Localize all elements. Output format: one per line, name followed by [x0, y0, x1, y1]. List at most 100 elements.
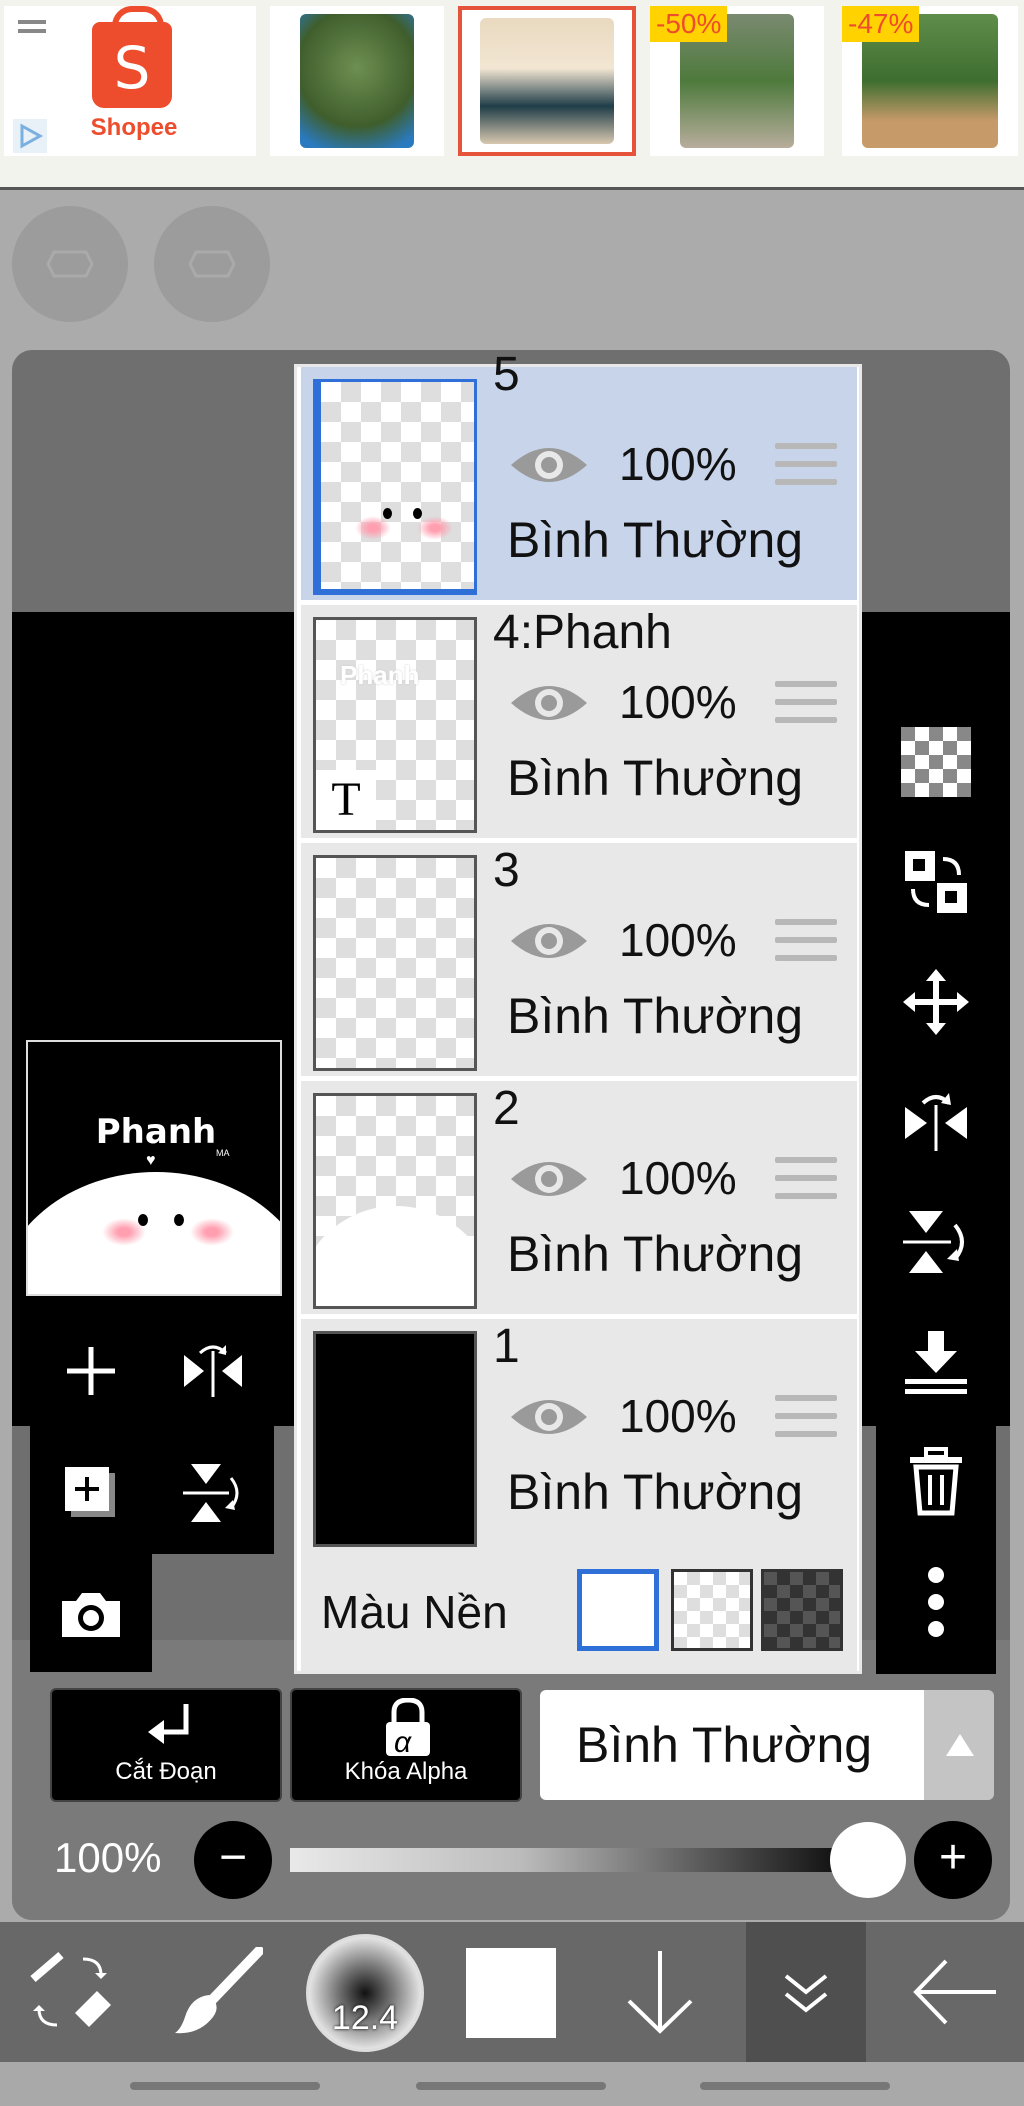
color-picker-button[interactable]: [466, 1948, 556, 2038]
bg-transparent-light-swatch[interactable]: [671, 1569, 753, 1651]
layer-row[interactable]: 2 100% Bình Thường: [301, 1081, 857, 1317]
layer-name: 3: [493, 844, 520, 897]
brush-size-value: 12.4: [331, 1999, 399, 2037]
layer-name: 4:Phanh: [493, 606, 672, 659]
face-eye: [413, 508, 422, 519]
plus-icon: [67, 1347, 115, 1395]
ad-product-card[interactable]: [270, 6, 444, 156]
layer-thumbnail: [313, 855, 477, 1071]
duplicate-layer-button[interactable]: [30, 1432, 152, 1554]
opacity-slider-knob[interactable]: [830, 1822, 906, 1898]
brush-tool-button[interactable]: [168, 1922, 268, 2062]
clipping-button[interactable]: Cắt Đoạn: [50, 1688, 282, 1802]
flip-horizontal-button[interactable]: [152, 1310, 274, 1432]
drag-handle-icon[interactable]: [775, 1395, 837, 1441]
face-blush: [355, 516, 391, 540]
ad-brand-card[interactable]: S Shopee: [4, 6, 256, 156]
artwork-preview[interactable]: Phanh MA ♥: [26, 1040, 282, 1296]
visibility-eye-icon[interactable]: [507, 1391, 591, 1443]
import-photo-button[interactable]: [30, 1554, 152, 1676]
layer-panel: 5 100% Bình Thường Phanh T 4:Phanh 100% …: [294, 348, 862, 1674]
layer-blend-mode: Bình Thường: [507, 988, 804, 1044]
nav-recents-indicator[interactable]: [130, 2082, 320, 2090]
layer-tools-right: [876, 702, 996, 1674]
double-chevron-down-icon: [784, 1974, 828, 2013]
layer-row[interactable]: 3 100% Bình Thường: [301, 843, 857, 1079]
transparency-button[interactable]: [876, 702, 996, 822]
layer-tools-left: [30, 1310, 274, 1554]
opacity-increase-button[interactable]: +: [914, 1821, 992, 1899]
layer-row[interactable]: 1 100% Bình Thường: [301, 1319, 857, 1555]
drag-handle-icon[interactable]: [775, 681, 837, 727]
nav-back-indicator[interactable]: [700, 2082, 890, 2090]
undo-icon: [46, 250, 94, 278]
layer-thumbnail: Phanh T: [313, 617, 477, 833]
layer-opacity: 100%: [619, 676, 737, 728]
bg-white-swatch[interactable]: [577, 1569, 659, 1651]
flip-horizontal-button-right[interactable]: [876, 1062, 996, 1182]
background-color-row: Màu Nền: [301, 1551, 857, 1671]
layer-opacity: 100%: [619, 914, 737, 966]
opacity-decrease-button[interactable]: −: [194, 1821, 272, 1899]
layer-opacity: 100%: [619, 438, 737, 490]
checkerboard-icon: [901, 727, 971, 797]
swap-layers-icon: [905, 851, 967, 913]
ad-brand-name: Shopee: [90, 114, 178, 141]
face-blush: [190, 1218, 234, 1246]
drag-handle-icon[interactable]: [775, 919, 837, 965]
drag-handle-icon[interactable]: [775, 1157, 837, 1203]
visibility-eye-icon[interactable]: [507, 677, 591, 729]
layer-row[interactable]: 5 100% Bình Thường: [301, 348, 857, 603]
redo-button[interactable]: [154, 206, 270, 322]
layers-panel-button[interactable]: [746, 1922, 866, 2062]
duplicate-icon: [65, 1467, 115, 1517]
ad-choices-icon[interactable]: [12, 118, 48, 154]
opacity-slider-track[interactable]: [290, 1848, 870, 1872]
nav-home-indicator[interactable]: [416, 2082, 606, 2090]
merge-down-button[interactable]: [876, 1302, 996, 1422]
discount-badge: -50%: [650, 6, 728, 42]
layer-row[interactable]: Phanh T 4:Phanh 100% Bình Thường: [301, 605, 857, 841]
trash-icon: [910, 1447, 962, 1516]
flip-vertical-icon: [903, 1211, 964, 1273]
layer-blend-mode: Bình Thường: [507, 1464, 804, 1520]
heart-icon: ♥: [146, 1152, 156, 1169]
blend-mode-select[interactable]: Bình Thường: [540, 1690, 924, 1800]
alpha-lock-label: Khóa Alpha: [344, 1758, 468, 1785]
flip-horizontal-icon: [905, 1093, 967, 1151]
back-button[interactable]: [900, 1922, 1010, 2062]
arrow-left-icon: [913, 1959, 996, 2025]
shopee-logo-icon: S: [92, 6, 172, 108]
layer-blend-mode: Bình Thường: [507, 750, 804, 806]
ad-product-card-selected[interactable]: [458, 6, 636, 156]
move-layer-button[interactable]: [876, 942, 996, 1062]
blend-mode-dropdown-button[interactable]: [924, 1690, 994, 1800]
ad-banner[interactable]: S Shopee -50% -47%: [0, 0, 1024, 190]
drag-handle-icon[interactable]: [775, 443, 837, 489]
quick-tools-button[interactable]: [20, 1922, 120, 2062]
preview-face-shape: [28, 1172, 280, 1294]
scroll-down-button[interactable]: [610, 1922, 710, 2062]
visibility-eye-icon[interactable]: [507, 915, 591, 967]
layer-thumbnail: [313, 379, 477, 595]
flip-vertical-button-right[interactable]: [876, 1182, 996, 1302]
flip-vertical-button[interactable]: [152, 1432, 274, 1554]
alpha-symbol: α: [394, 1726, 412, 1759]
brush-icon: [175, 1947, 263, 2034]
clipping-label: Cắt Đoạn: [115, 1758, 217, 1785]
undo-button[interactable]: [12, 206, 128, 322]
visibility-eye-icon[interactable]: [507, 439, 591, 491]
alpha-lock-button[interactable]: α Khóa Alpha: [290, 1688, 522, 1802]
add-layer-button[interactable]: [30, 1310, 152, 1432]
visibility-eye-icon[interactable]: [507, 1153, 591, 1205]
ad-product-card[interactable]: -50%: [650, 6, 824, 156]
more-options-button[interactable]: [876, 1542, 996, 1662]
layer-name: 2: [493, 1082, 520, 1135]
redo-icon: [188, 250, 236, 278]
brush-size-button[interactable]: 12.4: [306, 1934, 424, 2052]
delete-layer-button[interactable]: [876, 1422, 996, 1542]
ad-product-card[interactable]: -47%: [842, 6, 1018, 156]
swap-layer-button[interactable]: [876, 822, 996, 942]
bg-transparent-dark-swatch[interactable]: [761, 1569, 843, 1651]
system-nav-bar: [0, 2062, 1024, 2106]
